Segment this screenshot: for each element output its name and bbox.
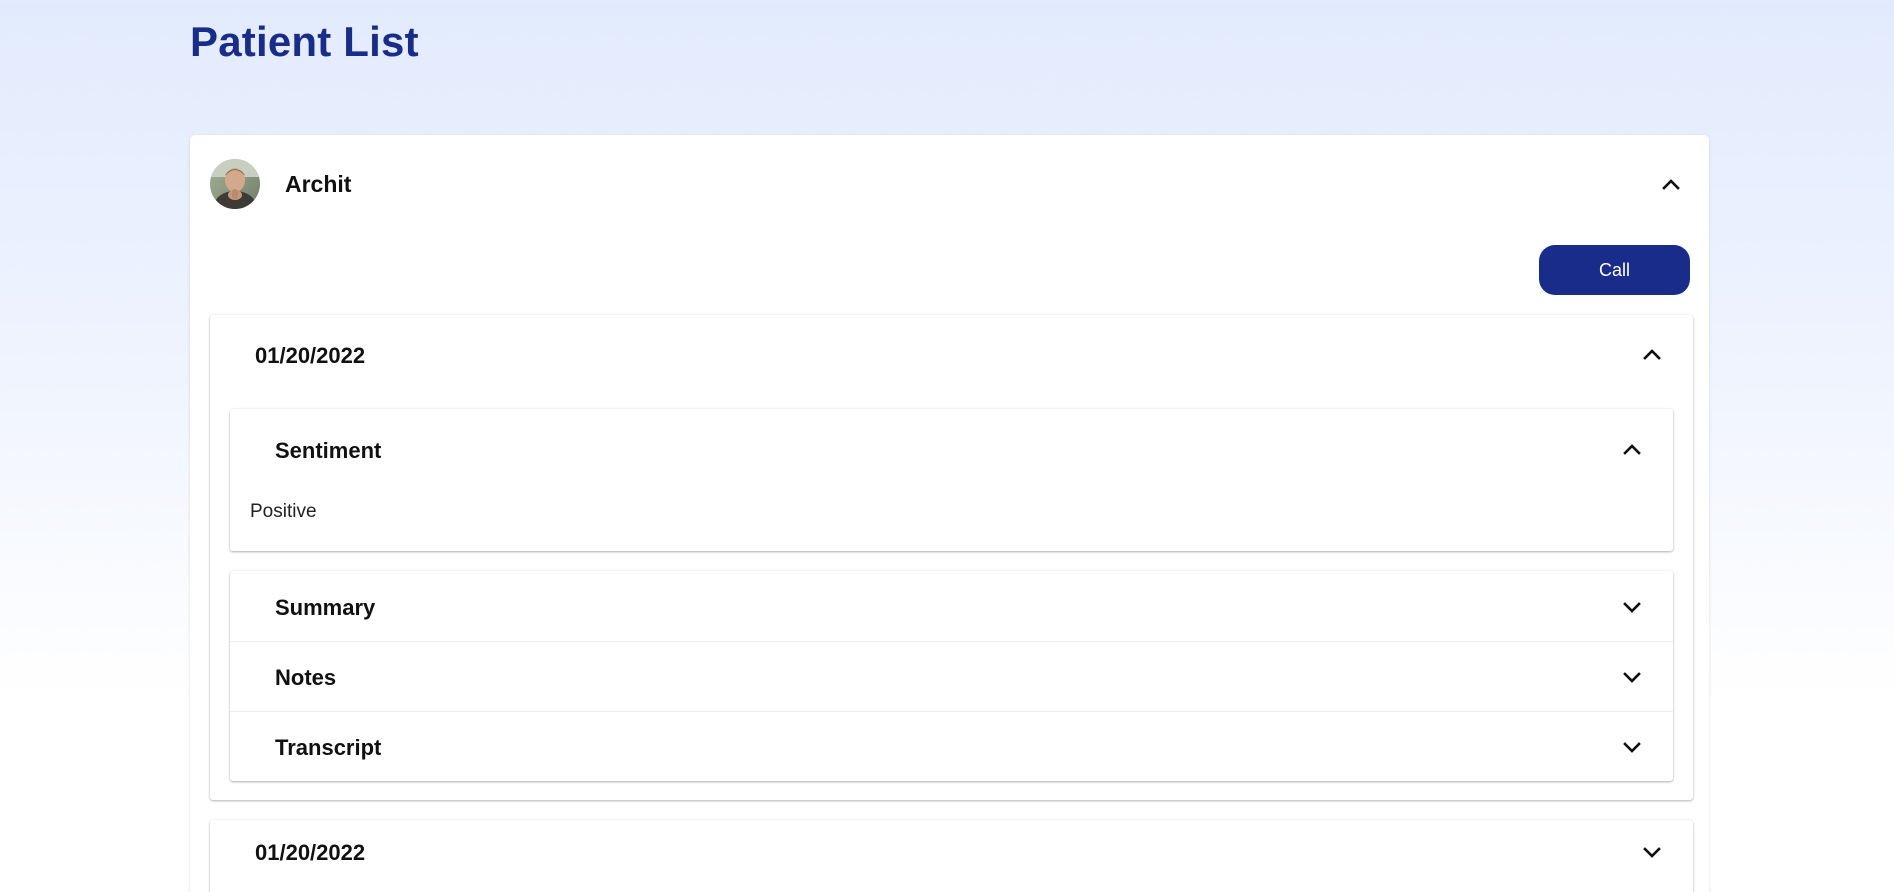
section-title-notes: Notes: [275, 665, 337, 690]
chevron-down-icon[interactable]: [1620, 595, 1644, 619]
sections-group: Summary Notes Transcript: [230, 571, 1673, 781]
session-panel: 01/20/2022: [210, 820, 1693, 892]
call-button[interactable]: Call: [1539, 245, 1690, 295]
patient-card: Archit Call 01/20/2022 Sentiment Positiv…: [190, 135, 1709, 892]
chevron-down-icon[interactable]: [1620, 735, 1644, 759]
avatar: [210, 159, 260, 209]
session-panel: 01/20/2022 Sentiment Positive Summary No…: [210, 315, 1693, 800]
section-title-summary: Summary: [275, 595, 376, 620]
patient-header[interactable]: Archit: [190, 135, 1709, 235]
chevron-up-icon[interactable]: [1620, 438, 1644, 462]
session-header[interactable]: 01/20/2022: [210, 820, 1693, 892]
section-title-transcript: Transcript: [275, 735, 382, 760]
session-date: 01/20/2022: [255, 840, 366, 865]
chevron-down-icon[interactable]: [1620, 665, 1644, 689]
session-header[interactable]: 01/20/2022: [210, 315, 1693, 395]
chevron-down-icon[interactable]: [1640, 840, 1664, 864]
sentiment-panel: Sentiment Positive: [230, 409, 1673, 551]
page-title: Patient List: [190, 18, 419, 65]
chevron-up-icon[interactable]: [1659, 173, 1683, 197]
sentiment-header[interactable]: Sentiment: [230, 409, 1673, 489]
session-date: 01/20/2022: [255, 343, 366, 368]
chevron-up-icon[interactable]: [1640, 343, 1664, 367]
patient-name: Archit: [285, 171, 352, 197]
summary-row[interactable]: Summary: [230, 571, 1673, 641]
notes-row[interactable]: Notes: [230, 641, 1673, 711]
transcript-row[interactable]: Transcript: [230, 711, 1673, 781]
sentiment-value: Positive: [250, 501, 317, 522]
section-title-sentiment: Sentiment: [275, 438, 382, 463]
